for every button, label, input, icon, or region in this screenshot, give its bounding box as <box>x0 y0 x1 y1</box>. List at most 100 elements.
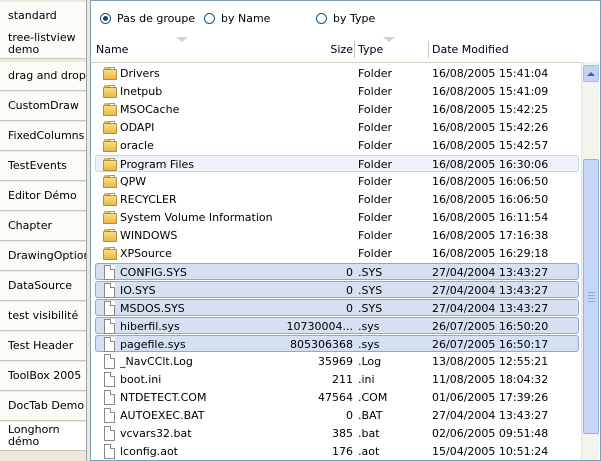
cell-date: 13/08/2005 12:55:21 <box>432 355 549 368</box>
file-icon <box>104 444 115 459</box>
nav-item-label: Chapter <box>8 219 52 232</box>
file-row[interactable]: boot.ini 211 .ini 11/08/2005 18:04:32 <box>91 371 581 388</box>
cell-size: 0 <box>346 266 353 279</box>
nav-item[interactable]: test visibilité <box>0 302 86 331</box>
cell-date: 02/06/2005 09:51:48 <box>432 427 549 440</box>
demo-navigation: standard tree-listview demo drag and drop C… <box>0 0 90 461</box>
cell-date: 16/08/2005 15:42:26 <box>432 121 549 134</box>
file-row[interactable]: CONFIG.SYS 0 .SYS 27/04/2004 13:43:27 <box>95 263 579 280</box>
cell-type: Folder <box>358 139 392 152</box>
cell-size: 211 <box>332 373 353 386</box>
radio-by-type[interactable]: by Type <box>316 12 375 25</box>
column-header-label: Size <box>330 43 353 56</box>
nav-item[interactable]: DocTab Demo <box>0 392 86 421</box>
file-row[interactable]: Inetpub Folder 16/08/2005 15:41:09 <box>91 83 581 100</box>
cell-size <box>281 173 353 190</box>
file-row[interactable]: Program Files Folder 16/08/2005 16:30:06 <box>95 155 579 172</box>
file-row[interactable]: _NavCClt.Log 35969 .Log 13/08/2005 12:55:21 <box>91 353 581 370</box>
scroll-thumb[interactable] <box>583 159 599 434</box>
cell-type: .bat <box>358 427 380 440</box>
column-divider[interactable] <box>428 41 429 58</box>
column-header-type[interactable]: Type <box>358 37 428 62</box>
cell-size <box>281 101 353 118</box>
cell-date: 26/07/2005 16:50:17 <box>432 338 549 351</box>
cell-type: .aot <box>358 445 380 458</box>
nav-item[interactable]: TestEvents <box>0 152 86 181</box>
file-row[interactable]: pagefile.sys 805306368 .sys 26/07/2005 16:5… <box>95 335 579 352</box>
nav-item[interactable]: ToolBox 2005 <box>0 362 86 391</box>
nav-item[interactable]: Chapter <box>0 212 86 241</box>
cell-date: 27/04/2004 13:43:27 <box>432 284 549 297</box>
file-list-view[interactable]: Name Size Type Date Modified Drivers Fold… <box>91 37 600 460</box>
file-row[interactable]: NTDETECT.COM 47564 .COM 01/06/2005 17:39:26 <box>91 389 581 406</box>
file-row[interactable]: vcvars32.bat 385 .bat 02/06/2005 09:51:48 <box>91 425 581 442</box>
column-divider[interactable] <box>354 41 355 58</box>
radio-label: by Name <box>221 12 271 25</box>
file-row[interactable]: QPW Folder 16/08/2005 16:06:50 <box>91 173 581 190</box>
file-row[interactable]: XPSource Folder 16/08/2005 16:29:18 <box>91 245 581 262</box>
cell-type: Folder <box>358 67 392 80</box>
cell-size <box>281 245 353 262</box>
cell-size <box>281 209 353 226</box>
file-row[interactable]: WINDOWS Folder 16/08/2005 17:16:38 <box>91 227 581 244</box>
file-row[interactable]: lconfig.aot 176 .aot 15/04/2005 10:51:24 <box>91 443 581 460</box>
nav-item[interactable]: Editor Démo <box>0 182 86 211</box>
nav-item-label: tree-listview demo <box>8 31 76 56</box>
nav-item[interactable]: CustomDraw <box>0 92 86 121</box>
file-row[interactable]: ODAPI Folder 16/08/2005 15:42:26 <box>91 119 581 136</box>
nav-item[interactable]: FixedColumns <box>0 122 86 151</box>
cell-date: 11/08/2005 18:04:32 <box>432 373 549 386</box>
file-row[interactable]: MSOCache Folder 16/08/2005 15:42:25 <box>91 101 581 118</box>
column-header-label: Name <box>96 43 129 56</box>
radio-pas-de-groupe[interactable]: Pas de groupe <box>100 12 195 25</box>
cell-type: .Log <box>358 355 382 368</box>
radio-unchecked-icon <box>204 13 215 24</box>
cell-type: Folder <box>358 193 392 206</box>
file-row[interactable]: oracle Folder 16/08/2005 15:42:57 <box>91 137 581 154</box>
nav-item[interactable]: Longhorn démo <box>0 422 86 451</box>
file-row[interactable]: System Volume Information Folder 16/08/200… <box>91 209 581 226</box>
cell-type: Folder <box>358 229 392 242</box>
cell-date: 26/07/2005 16:50:20 <box>432 320 549 333</box>
cell-date: 16/08/2005 16:11:54 <box>432 211 549 224</box>
vertical-scrollbar[interactable] <box>581 62 599 460</box>
cell-type: Folder <box>358 85 392 98</box>
grip-line <box>588 292 595 293</box>
cell-date: 16/08/2005 15:41:04 <box>432 67 549 80</box>
nav-item[interactable]: DrawingOption <box>0 242 90 271</box>
cell-size: 176 <box>332 445 353 458</box>
cell-date: 16/08/2005 15:42:25 <box>432 103 549 116</box>
cell-size: 35969 <box>318 355 353 368</box>
file-row[interactable]: Drivers Folder 16/08/2005 15:41:04 <box>91 65 581 82</box>
radio-by-name[interactable]: by Name <box>204 12 270 25</box>
scroll-up-button[interactable] <box>583 65 599 82</box>
folder-icon <box>103 193 117 206</box>
column-header-label: Date Modified <box>432 43 509 56</box>
nav-item[interactable]: tree-listview demo <box>0 30 86 59</box>
cell-date: 16/08/2005 15:41:09 <box>432 85 549 98</box>
folder-icon <box>103 121 117 134</box>
file-row[interactable]: IO.SYS 0 .SYS 27/04/2004 13:43:27 <box>95 281 579 298</box>
list-rows: Drivers Folder 16/08/2005 15:41:04 Inetpub F… <box>91 62 581 460</box>
nav-item[interactable]: Test Header <box>0 332 86 361</box>
nav-item-label: DataSource <box>8 279 73 292</box>
column-header-size[interactable]: Size <box>291 37 353 62</box>
file-row[interactable]: AUTOEXEC.BAT 0 .BAT 27/04/2004 13:43:27 <box>91 407 581 424</box>
file-row[interactable]: RECYCLER Folder 16/08/2005 16:06:50 <box>91 191 581 208</box>
folder-icon <box>103 211 117 224</box>
cell-type: .BAT <box>358 409 383 422</box>
column-header-date[interactable]: Date Modified <box>432 37 572 62</box>
nav-item[interactable]: standard <box>0 2 86 31</box>
cell-size <box>281 65 353 82</box>
cell-type: Folder <box>358 121 392 134</box>
cell-date: 16/08/2005 15:42:57 <box>432 139 549 152</box>
nav-item[interactable]: drag and drop <box>0 62 86 91</box>
cell-date: 27/04/2004 13:43:27 <box>432 302 549 315</box>
radio-unchecked-icon <box>316 13 327 24</box>
nav-item[interactable]: DataSource <box>0 272 86 301</box>
file-row[interactable]: hiberfil.sys 10730004... .sys 26/07/2005 16… <box>95 317 579 334</box>
file-row[interactable]: MSDOS.SYS 0 .SYS 27/04/2004 13:43:27 <box>95 299 579 316</box>
file-icon <box>104 337 115 352</box>
nav-item-label: DrawingOption <box>8 249 91 262</box>
file-icon <box>104 372 115 387</box>
